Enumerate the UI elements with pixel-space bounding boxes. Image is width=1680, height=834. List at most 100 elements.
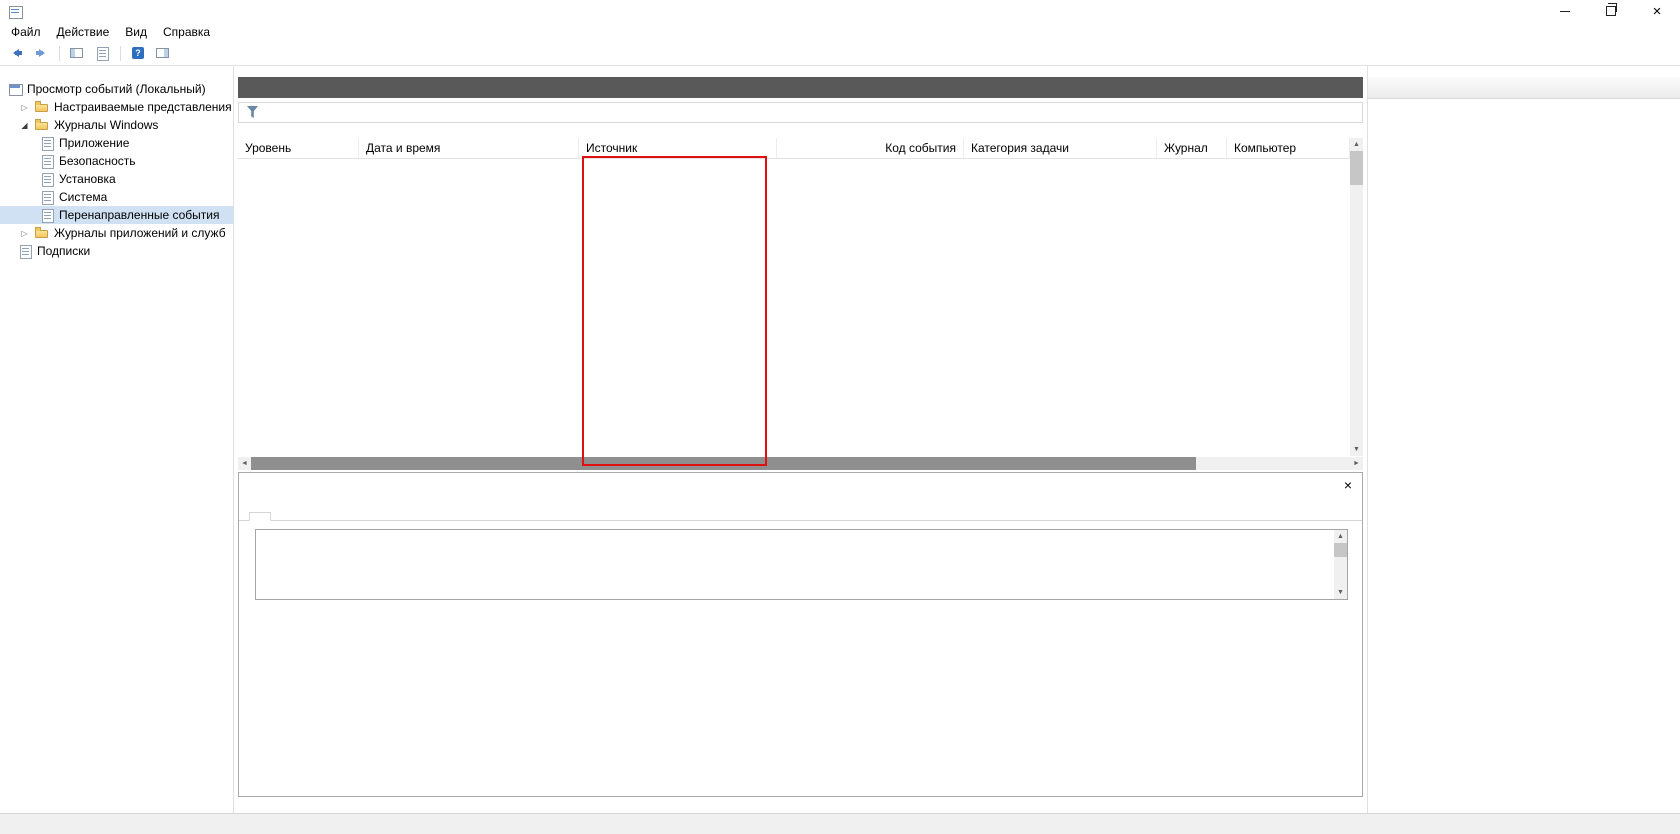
subscriptions-icon	[18, 244, 33, 259]
scrollbar-thumb[interactable]	[1350, 151, 1363, 185]
window-controls: ×	[1542, 0, 1680, 22]
table-body	[238, 159, 1363, 457]
tree-item-application[interactable]: Приложение	[0, 134, 233, 152]
back-button[interactable]	[5, 44, 28, 64]
scroll-left-icon[interactable]: ◄	[238, 457, 251, 470]
folder-icon	[35, 118, 50, 133]
event-description: ▲ ▼	[255, 529, 1348, 600]
menu-view[interactable]: Вид	[117, 23, 155, 41]
tree-item-label: Настраиваемые представления	[54, 100, 232, 114]
scrollbar-thumb[interactable]	[251, 457, 1196, 470]
table-horizontal-scrollbar[interactable]: ◄ ►	[238, 457, 1363, 470]
event-detail-pane: × ▲ ▼	[238, 472, 1363, 797]
detail-header: ×	[239, 473, 1362, 497]
tree-item-custom-views[interactable]: ▷ Настраиваемые представления	[0, 98, 233, 116]
console-tree-icon	[70, 46, 85, 61]
help-button[interactable]	[127, 44, 150, 64]
filter-banner	[238, 102, 1363, 123]
close-icon: ×	[1653, 4, 1662, 19]
column-header-category[interactable]: Категория задачи	[964, 138, 1157, 158]
console-tree: Просмотр событий (Локальный) ▷ Настраиваем…	[0, 66, 234, 814]
column-header-source[interactable]: Источник	[579, 138, 777, 158]
column-header-level[interactable]: Уровень	[238, 138, 359, 158]
actions-title	[1368, 77, 1680, 99]
export-list-icon	[95, 46, 110, 61]
tree-item-windows-logs[interactable]: ◢ Журналы Windows	[0, 116, 233, 134]
tree-item-label: Приложение	[59, 136, 129, 150]
log-icon	[40, 172, 55, 187]
tree-item-forwarded-events[interactable]: Перенаправленные события	[0, 206, 233, 224]
tree-item-label: Перенаправленные события	[59, 208, 219, 222]
forward-arrow-icon	[34, 46, 49, 61]
log-icon	[40, 190, 55, 205]
tab-general[interactable]	[249, 512, 271, 521]
log-icon	[40, 136, 55, 151]
scroll-up-icon[interactable]: ▲	[1350, 138, 1363, 151]
tab-details[interactable]	[271, 514, 291, 521]
action-pane-icon	[156, 46, 171, 61]
filter-icon	[246, 105, 261, 120]
log-icon	[40, 208, 55, 223]
toolbar-separator	[59, 46, 60, 61]
menu-help[interactable]: Справка	[155, 23, 218, 41]
scrollbar-thumb[interactable]	[1334, 543, 1347, 557]
column-header-computer[interactable]: Компьютер	[1227, 138, 1350, 158]
minimize-icon	[1560, 11, 1570, 12]
detail-tabs	[239, 497, 1362, 521]
titlebar: ×	[0, 0, 1680, 22]
table-header: УровеньДата и времяИсточникКод событияКа…	[238, 138, 1363, 159]
column-header-journal[interactable]: Журнал	[1157, 138, 1227, 158]
tree-item-subscriptions[interactable]: Подписки	[0, 242, 233, 260]
status-bar	[0, 813, 1680, 834]
toolbar-separator	[120, 46, 121, 61]
event-viewer-app-icon	[8, 4, 23, 19]
tree-item-label: Просмотр событий (Локальный)	[27, 82, 206, 96]
back-arrow-icon	[9, 46, 24, 61]
center-panel: УровеньДата и времяИсточникКод событияКа…	[234, 66, 1367, 814]
log-header-bar	[238, 77, 1363, 98]
forward-button[interactable]	[30, 44, 53, 64]
table-vertical-scrollbar[interactable]: ▲ ▼	[1350, 138, 1363, 456]
expanded-expander-icon[interactable]: ◢	[18, 121, 31, 130]
tree-item-label: Установка	[59, 172, 116, 186]
tree-item-label: Подписки	[37, 244, 90, 258]
menu-file[interactable]: Файл	[3, 23, 49, 41]
tree-item-event-viewer-local[interactable]: Просмотр событий (Локальный)	[0, 80, 233, 98]
help-icon	[131, 46, 146, 61]
menu-bar: ФайлДействиеВидСправка	[0, 22, 1680, 42]
column-header-code[interactable]: Код события	[777, 138, 964, 158]
console-icon	[8, 82, 23, 97]
collapsed-expander-icon[interactable]: ▷	[18, 229, 31, 238]
tree-item-security[interactable]: Безопасность	[0, 152, 233, 170]
tree-item-system[interactable]: Система	[0, 188, 233, 206]
folder-icon	[35, 226, 50, 241]
restore-button[interactable]	[1588, 0, 1634, 22]
tree-item-setup[interactable]: Установка	[0, 170, 233, 188]
description-scrollbar[interactable]: ▲ ▼	[1334, 530, 1347, 599]
tree-item-label: Журналы приложений и служб	[54, 226, 226, 240]
toolbar	[0, 42, 1680, 66]
tree-item-label: Безопасность	[59, 154, 136, 168]
restore-icon	[1606, 6, 1616, 16]
detail-close-button[interactable]: ×	[1344, 478, 1352, 492]
event-table: УровеньДата и времяИсточникКод событияКа…	[238, 138, 1363, 470]
folder-icon	[35, 100, 50, 115]
event-viewer-window: × ФайлДействиеВидСправка Просмотр событи…	[0, 0, 1680, 834]
minimize-button[interactable]	[1542, 0, 1588, 22]
main-area: Просмотр событий (Локальный) ▷ Настраиваем…	[0, 66, 1680, 814]
scroll-up-icon[interactable]: ▲	[1334, 530, 1347, 543]
scroll-down-icon[interactable]: ▼	[1334, 586, 1347, 599]
log-icon	[40, 154, 55, 169]
console-tree-button[interactable]	[66, 44, 89, 64]
collapsed-expander-icon[interactable]: ▷	[18, 103, 31, 112]
column-header-datetime[interactable]: Дата и время	[359, 138, 579, 158]
action-pane-button[interactable]	[152, 44, 175, 64]
close-button[interactable]: ×	[1634, 0, 1680, 22]
export-list-button[interactable]	[91, 44, 114, 64]
menu-action[interactable]: Действие	[49, 23, 118, 41]
actions-pane	[1367, 66, 1680, 814]
tree-item-label: Журналы Windows	[54, 118, 158, 132]
scroll-down-icon[interactable]: ▼	[1350, 443, 1363, 456]
tree-item-app-services-logs[interactable]: ▷ Журналы приложений и служб	[0, 224, 233, 242]
scroll-right-icon[interactable]: ►	[1350, 457, 1363, 470]
